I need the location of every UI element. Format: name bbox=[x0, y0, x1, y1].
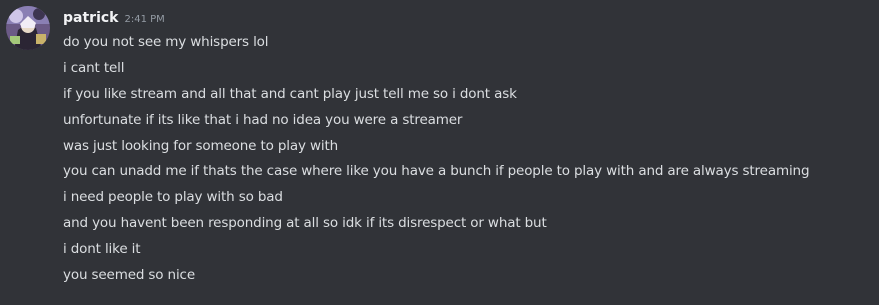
message-text: you can unadd me if thats the case where… bbox=[63, 163, 810, 180]
message-list: do you not see my whispers lol i cant te… bbox=[63, 32, 810, 291]
message-text: i need people to play with so bad bbox=[63, 189, 283, 206]
username[interactable]: patrick bbox=[63, 10, 118, 26]
message-text: unfortunate if its like that i had no id… bbox=[63, 111, 463, 128]
message-text: do you not see my whispers lol bbox=[63, 34, 269, 50]
user-avatar-icon[interactable] bbox=[6, 6, 50, 50]
message-group: patrick 2:41 PM do you not see my whispe… bbox=[0, 0, 879, 305]
message-text: was just looking for someone to play wit… bbox=[63, 137, 339, 154]
message-text: you seemed so nice bbox=[63, 267, 195, 284]
message-text: and you havent been responding at all so… bbox=[63, 215, 547, 232]
message-header: patrick 2:41 PM bbox=[63, 10, 165, 30]
timestamp[interactable]: 2:41 PM bbox=[124, 14, 164, 25]
avatar-image bbox=[6, 6, 50, 50]
message-text: if you like stream and all that and cant… bbox=[63, 85, 517, 102]
message-text: i dont like it bbox=[63, 241, 141, 258]
message-text: i cant tell bbox=[63, 59, 125, 76]
